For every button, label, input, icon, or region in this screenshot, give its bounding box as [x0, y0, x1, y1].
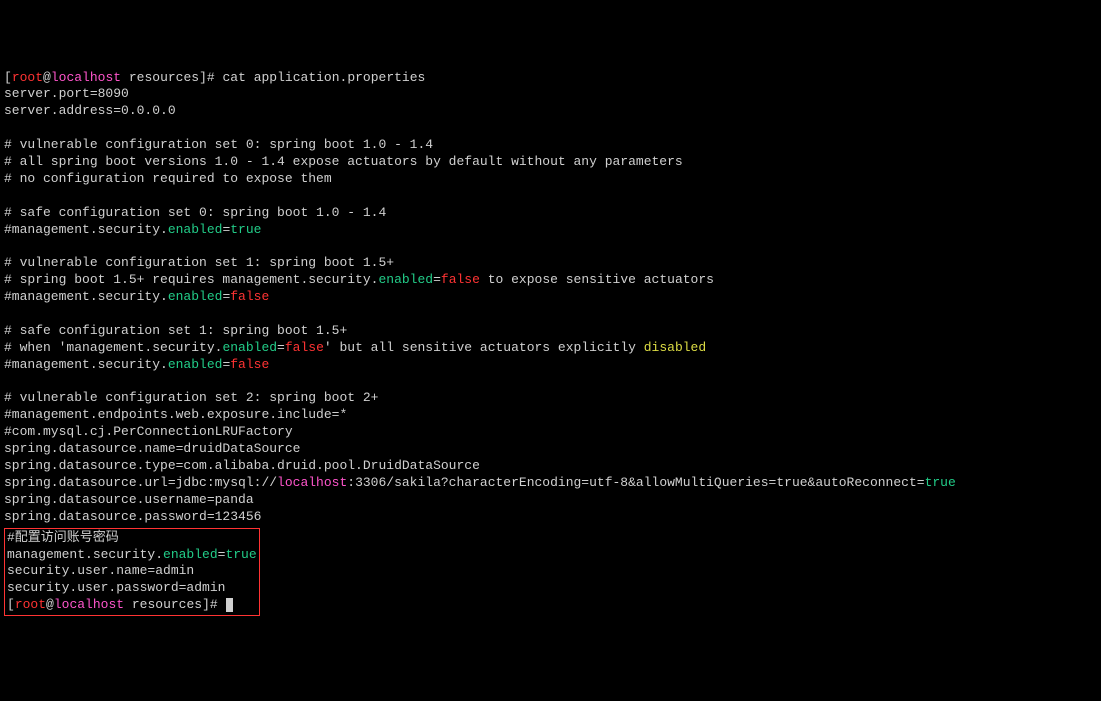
comment-line: # vulnerable configuration set 2: spring…	[4, 390, 378, 405]
hostname: localhost	[277, 475, 347, 490]
comment-line: # vulnerable configuration set 1: spring…	[4, 255, 394, 270]
keyword-enabled: enabled	[378, 272, 433, 287]
at-sign: @	[43, 70, 51, 85]
cursor-icon[interactable]	[226, 598, 233, 612]
command: cat application.properties	[223, 70, 426, 85]
comment-line: # safe configuration set 1: spring boot …	[4, 323, 347, 338]
keyword-enabled: enabled	[168, 289, 223, 304]
value-false: false	[441, 272, 480, 287]
prompt-dir: resources	[132, 597, 202, 612]
keyword-disabled: disabled	[644, 340, 706, 355]
config-line: #management.security.enabled=false	[4, 289, 269, 304]
config-line: spring.datasource.password=123456	[4, 509, 261, 524]
value-false: false	[285, 340, 324, 355]
config-line: management.security.enabled=true	[7, 547, 257, 562]
at-sign: @	[46, 597, 54, 612]
bracket-close: ]#	[202, 597, 225, 612]
prompt-user: root	[12, 70, 43, 85]
comment-chinese: #配置访问账号密码	[7, 530, 119, 545]
comment-line: #com.mysql.cj.PerConnectionLRUFactory	[4, 424, 293, 439]
keyword-enabled: enabled	[168, 222, 223, 237]
prompt-line-1: [root@localhost resources]# cat applicat…	[4, 70, 425, 85]
bracket: [	[4, 70, 12, 85]
config-line: spring.datasource.name=druidDataSource	[4, 441, 300, 456]
config-line: server.port=8090	[4, 86, 129, 101]
comment-line: # safe configuration set 0: spring boot …	[4, 205, 386, 220]
comment-line: # vulnerable configuration set 0: spring…	[4, 137, 433, 152]
bracket-close: ]#	[199, 70, 222, 85]
config-line: security.user.name=admin	[7, 563, 194, 578]
config-line: spring.datasource.type=com.alibaba.druid…	[4, 458, 480, 473]
value-true: true	[925, 475, 956, 490]
comment-line: #management.endpoints.web.exposure.inclu…	[4, 407, 347, 422]
comment-line: # spring boot 1.5+ requires management.s…	[4, 272, 714, 287]
comment-line: # when 'management.security.enabled=fals…	[4, 340, 706, 355]
prompt-dir: resources	[129, 70, 199, 85]
keyword-enabled: enabled	[168, 357, 223, 372]
config-line: spring.datasource.url=jdbc:mysql://local…	[4, 475, 956, 490]
config-line: server.address=0.0.0.0	[4, 103, 176, 118]
value-true: true	[225, 547, 256, 562]
config-line: security.user.password=admin	[7, 580, 225, 595]
config-line: spring.datasource.username=panda	[4, 492, 254, 507]
value-false: false	[230, 357, 269, 372]
config-line: #management.security.enabled=true	[4, 222, 261, 237]
prompt-user: root	[15, 597, 46, 612]
comment-line: # no configuration required to expose th…	[4, 171, 332, 186]
space	[121, 70, 129, 85]
config-line: #management.security.enabled=false	[4, 357, 269, 372]
prompt-host: localhost	[51, 70, 121, 85]
keyword-enabled: enabled	[222, 340, 277, 355]
comment-line: # all spring boot versions 1.0 - 1.4 exp…	[4, 154, 683, 169]
value-true: true	[230, 222, 261, 237]
prompt-host: localhost	[54, 597, 124, 612]
bracket: [	[7, 597, 15, 612]
value-false: false	[230, 289, 269, 304]
terminal-output[interactable]: [root@localhost resources]# cat applicat…	[4, 70, 1097, 617]
highlighted-config-box: #配置访问账号密码 management.security.enabled=tr…	[4, 528, 260, 616]
prompt-line-2: [root@localhost resources]#	[7, 597, 233, 612]
keyword-enabled: enabled	[163, 547, 218, 562]
space	[124, 597, 132, 612]
